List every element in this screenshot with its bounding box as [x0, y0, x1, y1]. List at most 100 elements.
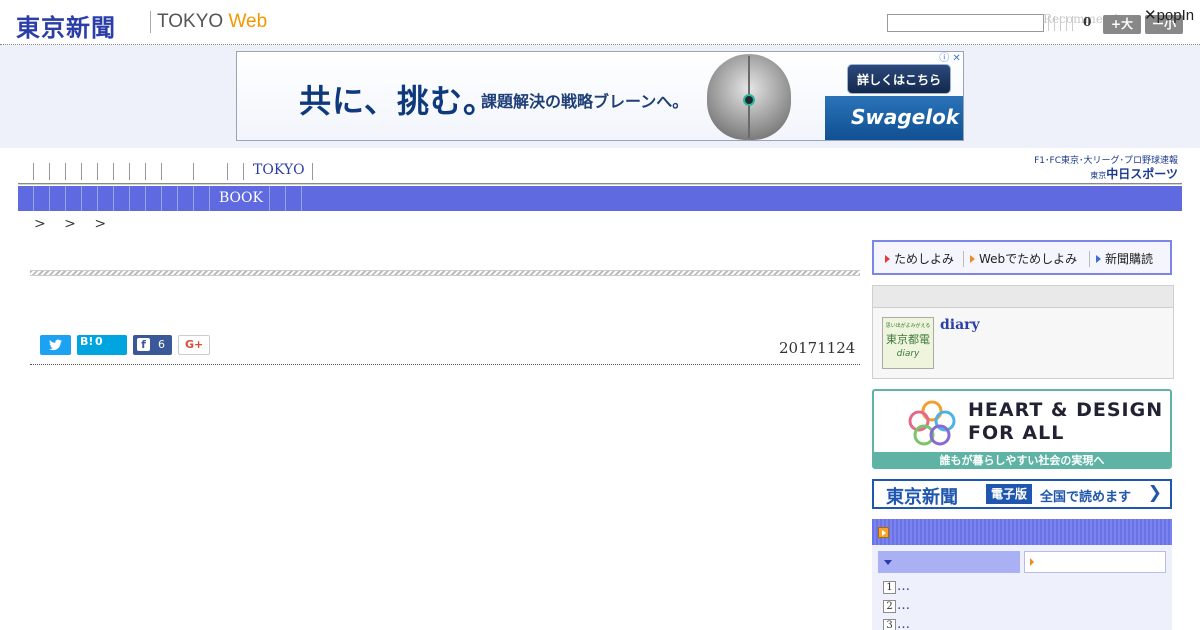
twitter-share-button[interactable] — [40, 335, 71, 355]
subnav-item-4[interactable] — [81, 186, 82, 211]
facebook-count: 6 — [158, 338, 165, 351]
ranking-header — [872, 519, 1172, 545]
logo-divider — [150, 11, 151, 33]
nav-item-3[interactable] — [65, 163, 66, 180]
ranking-number: 1 — [883, 581, 896, 594]
ranking-tab-1[interactable] — [878, 551, 1020, 573]
tameshiyomi-link[interactable]: ためしよみ — [885, 250, 954, 267]
ad-brand-logo: Swagelok — [851, 105, 960, 129]
chunichi-sports-link[interactable]: F1･FC東京･大リーグ･プロ野球速報 東京中日スポーツ — [1027, 153, 1178, 181]
ad-choices-icon[interactable]: ⓘ ✕ — [937, 52, 963, 65]
nav-item-6[interactable] — [113, 163, 114, 180]
nav-item-5[interactable] — [97, 163, 98, 180]
ad-subheadline: 課題解決の戦略ブレーンへ。 — [481, 92, 689, 111]
subnav-item-5[interactable] — [97, 186, 98, 211]
nav-item-2[interactable] — [49, 163, 50, 180]
ranking-number: 2 — [883, 600, 896, 613]
heart-design-title-line2: FOR ALL — [968, 422, 1065, 444]
digital-edition-text: 全国で読めます — [1040, 490, 1132, 505]
recommend-count: 0 — [1083, 15, 1092, 29]
tokyo-web-logo[interactable]: TOKYO Web — [157, 11, 267, 33]
facebook-share-button[interactable]: f 6 — [133, 335, 172, 355]
subnav-item-1[interactable] — [33, 186, 34, 211]
subscribe-link[interactable]: 新聞購読 — [1096, 250, 1153, 267]
recommend-divider-ticks — [1048, 16, 1078, 31]
subnav-item-14[interactable] — [285, 186, 286, 211]
search-input[interactable] — [887, 14, 1044, 32]
nav-item-8[interactable] — [145, 163, 146, 180]
subnav-item-8[interactable] — [145, 186, 146, 211]
ranking-number: 3 — [883, 619, 896, 630]
subnav-item-7[interactable] — [129, 186, 130, 211]
popin-close-button[interactable]: ✕popIn — [1144, 6, 1194, 24]
diary-thumb-subtitle: diary — [896, 349, 920, 359]
subnav-item-12[interactable] — [209, 186, 210, 211]
link-divider — [1089, 251, 1090, 267]
diary-box-header — [873, 286, 1173, 308]
flower-logo-icon — [908, 400, 956, 446]
nav-item-10[interactable] — [193, 163, 194, 180]
diary-thumb-caption: 思い出がよみがえる — [885, 323, 931, 329]
web-tameshiyomi-link[interactable]: Webでためしよみ — [970, 250, 1077, 267]
subnav-item-13[interactable] — [269, 186, 270, 211]
ad-cta-button[interactable]: 詳しくはこちら — [847, 64, 951, 94]
ranking-item-text: … — [897, 598, 910, 613]
nav-item-tokyo[interactable]: TOKYO — [253, 162, 305, 178]
link-divider — [963, 251, 964, 267]
subnav-item-6[interactable] — [113, 186, 114, 211]
digital-edition-banner[interactable]: 東京新聞 電子版 全国で読めます ❯ — [872, 479, 1172, 509]
tokyo-shimbun-logo[interactable]: 東京新聞 — [16, 8, 116, 43]
font-size-large-button[interactable]: +大 — [1103, 15, 1141, 34]
subnav-item-3[interactable] — [65, 186, 66, 211]
subnav-item-book[interactable]: BOOK — [219, 190, 263, 206]
nav-item-1[interactable] — [33, 163, 34, 180]
primary-nav: TOKYO — [18, 160, 1018, 184]
ranking-item[interactable]: 2… — [883, 598, 910, 613]
nav-item-11[interactable] — [227, 163, 228, 180]
nav-item-7[interactable] — [129, 163, 130, 180]
subnav-item-11[interactable] — [193, 186, 194, 211]
subnav-item-15[interactable] — [301, 186, 302, 211]
nav-item-separator — [312, 163, 313, 180]
article-date: 20171124 — [779, 339, 856, 357]
chevron-right-icon: ❯ — [1147, 483, 1162, 503]
ranking-item-text: … — [897, 617, 910, 630]
diary-box: 思い出がよみがえる 東京都電 diary diary — [872, 285, 1174, 379]
triangle-icon — [885, 255, 890, 263]
diary-link[interactable]: diary — [940, 317, 980, 333]
article-divider — [30, 364, 860, 365]
article-title-rule — [30, 270, 860, 276]
arrow-icon — [878, 527, 889, 538]
twitter-icon — [49, 339, 62, 351]
google-plus-icon: G+ — [185, 338, 204, 351]
ranking-item[interactable]: 1… — [883, 579, 910, 594]
nav-item-4[interactable] — [81, 163, 82, 180]
heart-design-title-line1: HEART & DESIGN — [968, 399, 1164, 421]
triangle-icon — [1096, 255, 1101, 263]
tameshiyomi-link-label: ためしよみ — [894, 252, 955, 266]
digital-edition-logo: 東京新聞 — [886, 487, 958, 508]
tokyo-web-logo-suffix: Web — [228, 11, 268, 32]
nav-item-9[interactable] — [161, 163, 162, 180]
subnav-item-9[interactable] — [161, 186, 162, 211]
hatena-count: 0 — [95, 335, 103, 348]
triangle-icon — [970, 255, 975, 263]
subnav-item-10[interactable] — [177, 186, 178, 211]
web-tameshiyomi-link-label: Webでためしよみ — [979, 252, 1078, 266]
hatena-bookmark-button[interactable]: B! 0 — [77, 335, 127, 355]
google-plus-share-button[interactable]: G+ — [178, 335, 210, 355]
breadcrumb[interactable]: > > > — [34, 216, 106, 232]
facebook-icon: f — [137, 338, 150, 351]
nav-item-12[interactable] — [243, 163, 244, 180]
site-header: 東京新聞 TOKYO Web Recommend 0 +大 ー小 ✕popIn — [0, 0, 1200, 45]
hatena-icon: B! — [80, 335, 94, 348]
heart-design-banner[interactable]: HEART & DESIGN FOR ALL 誰もが暮らしやすい社会の実現へ — [872, 389, 1172, 469]
banner-ad[interactable]: 共に、挑む。 課題解決の戦略ブレーンへ。 詳しくはこちら Swagelok ⓘ … — [236, 51, 964, 141]
diary-thumbnail[interactable]: 思い出がよみがえる 東京都電 diary — [882, 317, 934, 369]
ranking-tab-2[interactable] — [1024, 551, 1166, 573]
primary-nav-underline — [18, 183, 1182, 185]
subnav-item-2[interactable] — [49, 186, 50, 211]
ranking-item[interactable]: 3… — [883, 617, 910, 630]
ranking-item-text: … — [897, 579, 910, 594]
chunichi-logo-prefix: 東京 — [1090, 171, 1107, 180]
